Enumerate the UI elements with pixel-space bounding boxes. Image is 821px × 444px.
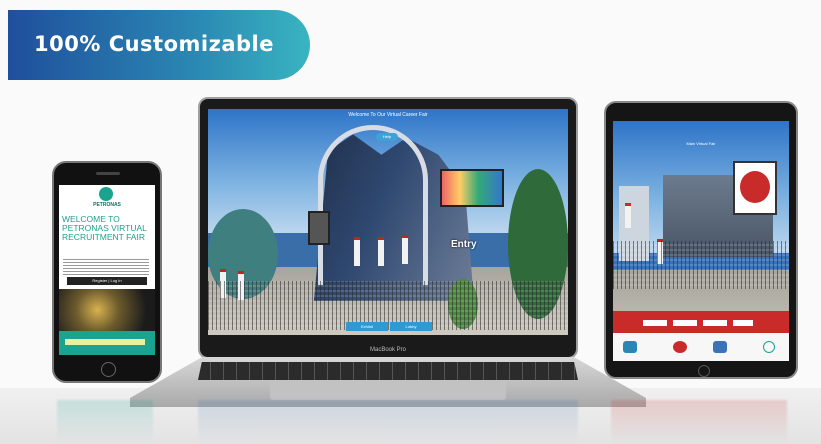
- entry-label[interactable]: Entry: [451, 239, 477, 250]
- gender-icon[interactable]: [763, 341, 775, 353]
- crowd: [208, 280, 568, 331]
- laptop-device: Welcome To Our Virtual Career Fair Help …: [198, 97, 578, 359]
- tablet-home-button[interactable]: [698, 365, 710, 377]
- tablet-screen: Main Virtual Fair: [613, 121, 789, 361]
- footer-image-icon[interactable]: [713, 341, 727, 353]
- phone-screen: PETRONAS WELCOME TO PETRONAS VIRTUAL REC…: [59, 185, 155, 355]
- footer-logo-icon: [623, 341, 637, 353]
- phone-event-photo: [59, 289, 155, 331]
- laptop-brand-label: MacBook Pro: [369, 347, 406, 353]
- laptop-trackpad: [270, 380, 506, 400]
- help-pill-button[interactable]: Help: [376, 133, 398, 141]
- tablet-footer: [613, 333, 789, 361]
- phone-reflection: [57, 400, 153, 444]
- phone-device: PETRONAS WELCOME TO PETRONAS VIRTUAL REC…: [52, 161, 162, 383]
- footer-badge-icon[interactable]: [673, 341, 687, 353]
- flag-banner: [378, 237, 384, 266]
- tablet-form-bar: [613, 311, 789, 333]
- laptop-screen: Welcome To Our Virtual Career Fair Help …: [208, 109, 568, 335]
- tablet-sign: [733, 161, 777, 215]
- building-arch: [318, 125, 428, 285]
- video-billboard[interactable]: [440, 169, 504, 207]
- screen-title: Welcome To Our Virtual Career Fair: [348, 112, 428, 118]
- laptop-keyboard: [198, 362, 578, 380]
- phone-welcome-heading: WELCOME TO PETRONAS VIRTUAL RECRUITMENT …: [62, 214, 147, 242]
- tablet-form-fields[interactable]: [643, 320, 753, 326]
- phone-email-input[interactable]: [65, 339, 145, 345]
- tablet-device: Main Virtual Fair: [604, 101, 798, 379]
- flag-banner: [354, 237, 360, 266]
- crowd: [613, 241, 789, 289]
- laptop-reflection: [198, 400, 578, 444]
- phone-speaker: [96, 172, 120, 175]
- flag-banner: [625, 203, 631, 228]
- customizable-banner: 100% Customizable: [8, 10, 310, 80]
- phone-description: [63, 257, 149, 275]
- tablet-reflection: [611, 400, 787, 444]
- phone-footer: [59, 331, 155, 355]
- side-billboard[interactable]: [308, 211, 330, 245]
- phone-brand: PETRONAS: [93, 202, 121, 208]
- tablet-header-label: Main Virtual Fair: [686, 141, 716, 146]
- tab-exhibit[interactable]: Exhibit: [346, 322, 388, 331]
- tab-lobby[interactable]: Lobby: [390, 322, 432, 331]
- banner-title: 100% Customizable: [34, 32, 274, 56]
- flag-banner: [402, 235, 408, 264]
- register-login-button[interactable]: Register | Log In: [67, 277, 147, 285]
- petronas-logo-icon: [99, 187, 113, 201]
- phone-home-button[interactable]: [101, 362, 116, 377]
